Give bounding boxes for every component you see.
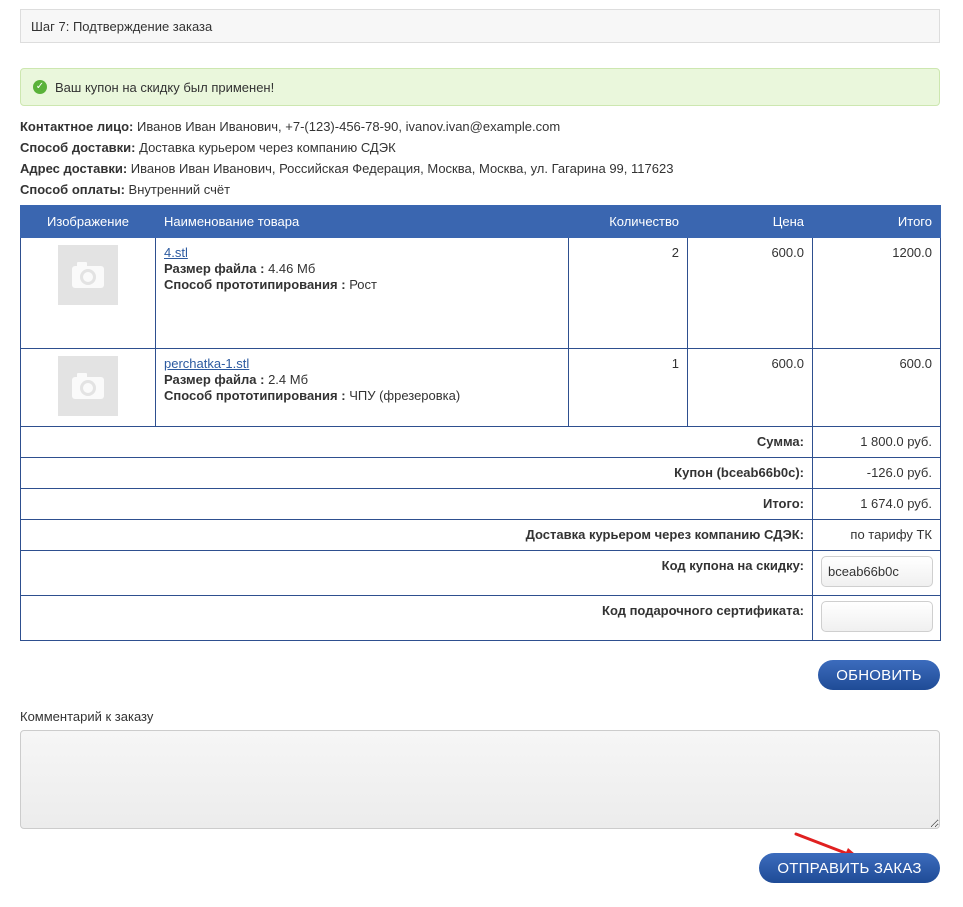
product-image-cell (20, 237, 156, 349)
col-qty: Количество (568, 205, 688, 238)
gift-code-input[interactable] (821, 601, 933, 632)
coupon-row: Купон (bceab66b0c): -126.0 руб. (20, 457, 941, 489)
total-cell: 600.0 (812, 348, 941, 427)
shipping-row: Доставка курьером через компанию СДЭК: п… (20, 519, 941, 551)
sum-row: Сумма: 1 800.0 руб. (20, 426, 941, 458)
coupon-label: Купон (bceab66b0c): (20, 457, 813, 489)
submit-order-button[interactable]: ОТПРАВИТЬ ЗАКАЗ (759, 853, 940, 883)
total-cell: 1200.0 (812, 237, 941, 349)
qty-cell: 1 (568, 348, 688, 427)
product-info-cell: 4.stl Размер файла : 4.46 Мб Способ прот… (155, 237, 569, 349)
col-image: Изображение (20, 205, 156, 238)
coupon-code-input[interactable] (821, 556, 933, 587)
grand-total-value: 1 674.0 руб. (812, 488, 941, 520)
delivery-row: Способ доставки: Доставка курьером через… (20, 137, 940, 158)
comment-textarea[interactable] (20, 730, 940, 829)
grand-total-label: Итого: (20, 488, 813, 520)
step-title: Шаг 7: Подтверждение заказа (20, 9, 940, 43)
shipping-label: Доставка курьером через компанию СДЭК: (20, 519, 813, 551)
cart-table: Изображение Наименование товара Количест… (20, 205, 941, 641)
address-row: Адрес доставки: Иванов Иван Иванович, Ро… (20, 158, 940, 179)
size-value: 2.4 Мб (268, 372, 309, 387)
contact-row: Контактное лицо: Иванов Иван Иванович, +… (20, 116, 940, 137)
order-info: Контактное лицо: Иванов Иван Иванович, +… (20, 116, 940, 200)
coupon-value: -126.0 руб. (812, 457, 941, 489)
payment-value: Внутренний счёт (128, 182, 231, 197)
address-value: Иванов Иван Иванович, Российская Федерац… (130, 161, 674, 176)
method-label: Способ прототипирования : (164, 388, 346, 403)
sum-value: 1 800.0 руб. (812, 426, 941, 458)
size-label: Размер файла : (164, 372, 265, 387)
payment-label: Способ оплаты: (20, 182, 125, 197)
method-value: ЧПУ (фрезеровка) (349, 388, 461, 403)
price-cell: 600.0 (687, 237, 813, 349)
gift-code-label: Код подарочного сертификата: (20, 595, 813, 641)
success-alert: ✓ Ваш купон на скидку был применен! (20, 68, 940, 106)
size-label: Размер файла : (164, 261, 265, 276)
gift-code-row: Код подарочного сертификата: (20, 595, 941, 641)
alert-text: Ваш купон на скидку был применен! (55, 79, 275, 95)
update-button[interactable]: ОБНОВИТЬ (818, 660, 940, 690)
cart-header-row: Изображение Наименование товара Количест… (20, 205, 941, 238)
comment-label: Комментарий к заказу (20, 709, 154, 724)
delivery-value: Доставка курьером через компанию СДЭК (139, 140, 396, 155)
gift-code-cell (812, 595, 941, 641)
product-link[interactable]: 4.stl (164, 245, 188, 260)
qty-cell: 2 (568, 237, 688, 349)
grand-total-row: Итого: 1 674.0 руб. (20, 488, 941, 520)
shipping-value: по тарифу ТК (812, 519, 941, 551)
product-image-cell (20, 348, 156, 427)
product-info-cell: perchatka-1.stl Размер файла : 2.4 Мб Сп… (155, 348, 569, 427)
table-row: perchatka-1.stl Размер файла : 2.4 Мб Сп… (20, 348, 941, 427)
table-row: 4.stl Размер файла : 4.46 Мб Способ прот… (20, 237, 941, 349)
coupon-code-row: Код купона на скидку: (20, 550, 941, 596)
contact-value: Иванов Иван Иванович, +7-(123)-456-78-90… (136, 119, 561, 134)
method-value: Рост (349, 277, 377, 292)
coupon-code-cell (812, 550, 941, 596)
method-label: Способ прототипирования : (164, 277, 346, 292)
col-total: Итого (812, 205, 941, 238)
contact-label: Контактное лицо: (20, 119, 134, 134)
size-value: 4.46 Мб (268, 261, 316, 276)
coupon-code-label: Код купона на скидку: (20, 550, 813, 596)
product-link[interactable]: perchatka-1.stl (164, 356, 249, 371)
sum-label: Сумма: (20, 426, 813, 458)
camera-placeholder-icon[interactable] (58, 245, 118, 305)
col-price: Цена (687, 205, 813, 238)
payment-row: Способ оплаты: Внутренний счёт (20, 179, 940, 200)
col-name: Наименование товара (155, 205, 569, 238)
check-circle-icon: ✓ (33, 80, 47, 94)
camera-placeholder-icon[interactable] (58, 356, 118, 416)
price-cell: 600.0 (687, 348, 813, 427)
address-label: Адрес доставки: (20, 161, 128, 176)
delivery-label: Способ доставки: (20, 140, 136, 155)
